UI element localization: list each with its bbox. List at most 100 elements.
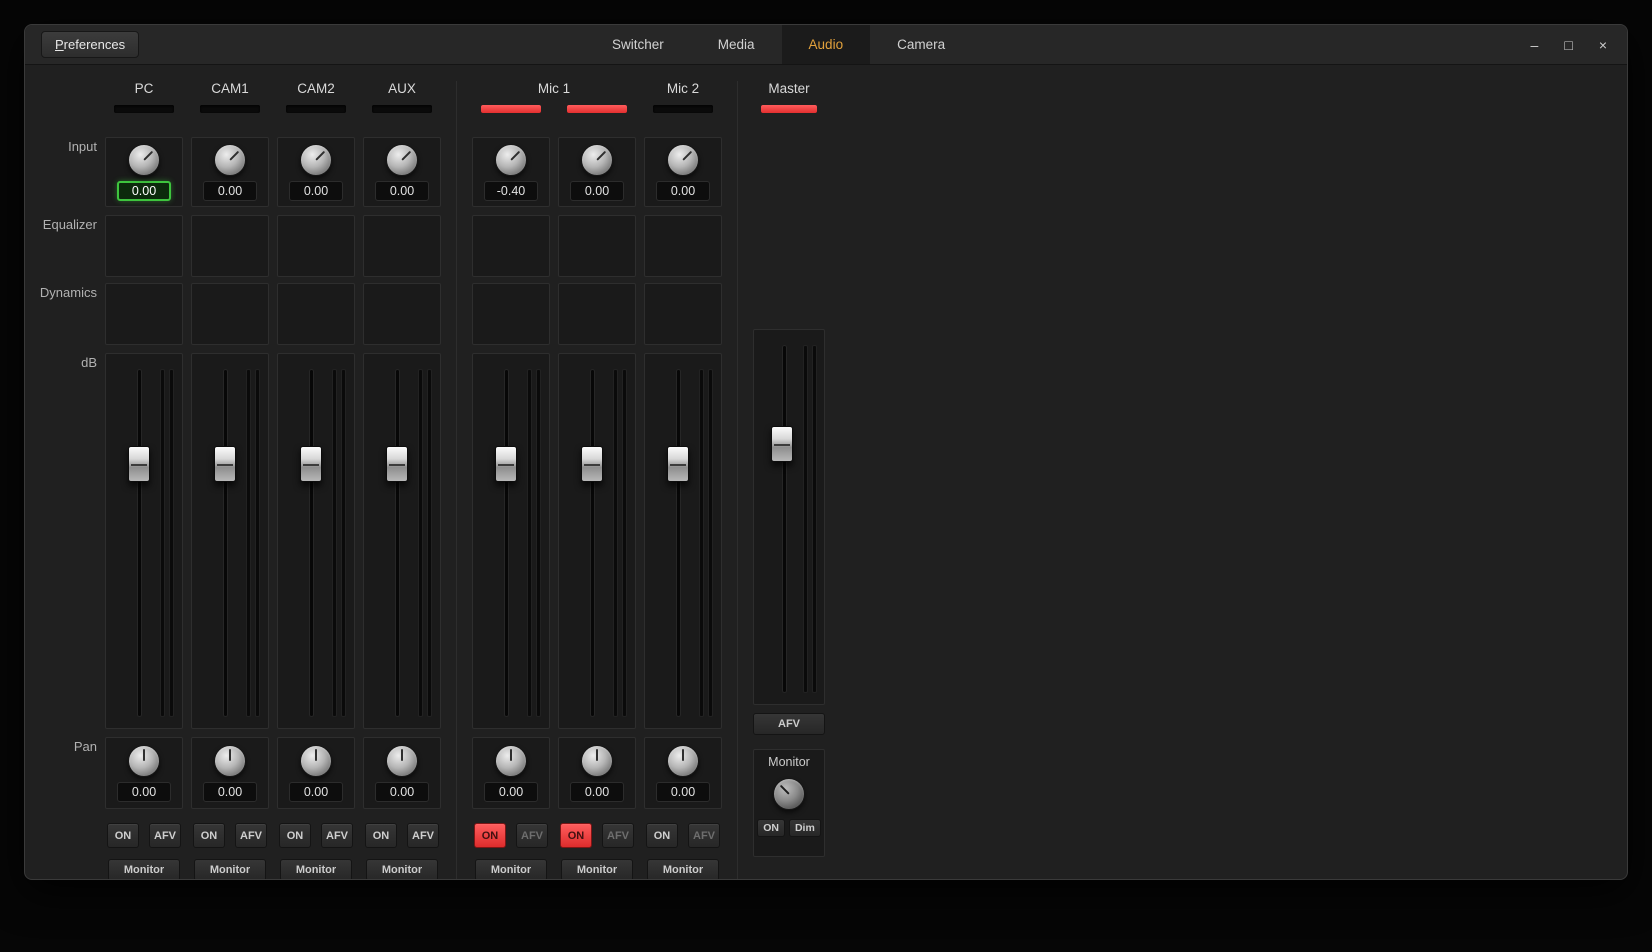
input-gain-knob[interactable]	[667, 144, 699, 176]
input-gain-knob[interactable]	[214, 144, 246, 176]
tab-audio[interactable]: Audio	[782, 25, 871, 64]
input-gain-knob[interactable]	[581, 144, 613, 176]
channel-level-meter	[567, 105, 627, 113]
pan-value[interactable]: 0.00	[484, 782, 538, 802]
input-gain-knob[interactable]	[495, 144, 527, 176]
fader-box	[644, 353, 722, 729]
dynamics-box[interactable]	[191, 283, 269, 345]
input-gain-value[interactable]: 0.00	[375, 181, 429, 201]
input-gain-knob[interactable]	[386, 144, 418, 176]
monitor-section-title: Monitor	[768, 755, 810, 771]
input-gain-box: -0.40	[472, 137, 550, 207]
pan-knob[interactable]	[495, 745, 527, 777]
channel-level-meter	[200, 105, 260, 113]
monitor-button[interactable]: Monitor	[194, 859, 266, 880]
on-button[interactable]: ON	[474, 823, 506, 848]
equalizer-box[interactable]	[472, 215, 550, 277]
dynamics-box[interactable]	[644, 283, 722, 345]
pan-knob[interactable]	[667, 745, 699, 777]
monitor-on-button[interactable]: ON	[757, 819, 785, 837]
equalizer-box[interactable]	[363, 215, 441, 277]
on-button[interactable]: ON	[560, 823, 592, 848]
equalizer-box[interactable]	[105, 215, 183, 277]
tab-camera[interactable]: Camera	[870, 25, 972, 64]
monitor-button[interactable]: Monitor	[366, 859, 438, 880]
fader-handle[interactable]	[667, 446, 689, 482]
monitor-volume-knob[interactable]	[773, 778, 805, 810]
afv-button[interactable]: AFV	[321, 823, 353, 848]
monitor-dim-button[interactable]: Dim	[789, 819, 821, 837]
fader-handle[interactable]	[214, 446, 236, 482]
pan-knob[interactable]	[128, 745, 160, 777]
fader-handle[interactable]	[386, 446, 408, 482]
input-gain-value[interactable]: -0.40	[484, 181, 538, 201]
input-gain-value[interactable]: 0.00	[570, 181, 624, 201]
tab-media[interactable]: Media	[691, 25, 782, 64]
pan-value[interactable]: 0.00	[656, 782, 710, 802]
dynamics-box[interactable]	[277, 283, 355, 345]
on-button[interactable]: ON	[646, 823, 678, 848]
input-gain-knob[interactable]	[128, 144, 160, 176]
dynamics-box[interactable]	[105, 283, 183, 345]
input-gain-value[interactable]: 0.00	[117, 181, 171, 201]
maximize-icon[interactable]: □	[1564, 38, 1572, 52]
channel-buttons: ON AFV	[105, 823, 183, 848]
channel-level-meter	[114, 105, 174, 113]
equalizer-box[interactable]	[644, 215, 722, 277]
tab-switcher[interactable]: Switcher	[585, 25, 691, 64]
afv-button[interactable]: AFV	[149, 823, 181, 848]
mic2-label: Mic 2	[644, 81, 722, 105]
fader-handle[interactable]	[300, 446, 322, 482]
on-button[interactable]: ON	[193, 823, 225, 848]
pan-knob[interactable]	[386, 745, 418, 777]
pan-knob[interactable]	[214, 745, 246, 777]
input-channel-group: PC 0.00 0.	[105, 81, 441, 880]
monitor-button[interactable]: Monitor	[647, 859, 719, 880]
equalizer-box[interactable]	[191, 215, 269, 277]
master-fader-handle[interactable]	[771, 426, 793, 462]
pan-knob[interactable]	[581, 745, 613, 777]
mic-group-headers: Mic 1 Mic 2	[472, 81, 722, 105]
on-button[interactable]: ON	[279, 823, 311, 848]
fader-handle[interactable]	[128, 446, 150, 482]
monitor-button[interactable]: Monitor	[280, 859, 352, 880]
afv-button[interactable]: AFV	[688, 823, 720, 848]
equalizer-box[interactable]	[277, 215, 355, 277]
monitor-button[interactable]: Monitor	[475, 859, 547, 880]
pan-value[interactable]: 0.00	[570, 782, 624, 802]
input-gain-knob[interactable]	[300, 144, 332, 176]
input-gain-box: 0.00	[558, 137, 636, 207]
preferences-button[interactable]: Preferences	[41, 31, 139, 58]
dynamics-box[interactable]	[363, 283, 441, 345]
pan-value[interactable]: 0.00	[117, 782, 171, 802]
pan-knob[interactable]	[300, 745, 332, 777]
input-gain-box: 0.00	[105, 137, 183, 207]
equalizer-box[interactable]	[558, 215, 636, 277]
fader-handle[interactable]	[581, 446, 603, 482]
minimize-icon[interactable]: –	[1531, 38, 1539, 52]
row-labels: Input Equalizer Dynamics dB Pan	[39, 81, 105, 880]
pan-value[interactable]: 0.00	[203, 782, 257, 802]
afv-button[interactable]: AFV	[235, 823, 267, 848]
afv-button[interactable]: AFV	[602, 823, 634, 848]
input-gain-value[interactable]: 0.00	[289, 181, 343, 201]
pan-value[interactable]: 0.00	[289, 782, 343, 802]
mic-strip-3: 0.00 0.00 ON	[644, 105, 722, 880]
pan-value[interactable]: 0.00	[375, 782, 429, 802]
afv-button[interactable]: AFV	[516, 823, 548, 848]
input-gain-value[interactable]: 0.00	[656, 181, 710, 201]
on-button[interactable]: ON	[107, 823, 139, 848]
close-icon[interactable]: ×	[1599, 38, 1607, 52]
fader-handle[interactable]	[495, 446, 517, 482]
level-meter-fill	[200, 105, 260, 113]
afv-button[interactable]: AFV	[407, 823, 439, 848]
channel-name: PC	[105, 81, 183, 99]
input-gain-value[interactable]: 0.00	[203, 181, 257, 201]
dynamics-box[interactable]	[558, 283, 636, 345]
master-afv-button[interactable]: AFV	[753, 713, 825, 735]
pan-box: 0.00	[472, 737, 550, 809]
on-button[interactable]: ON	[365, 823, 397, 848]
dynamics-box[interactable]	[472, 283, 550, 345]
monitor-button[interactable]: Monitor	[561, 859, 633, 880]
monitor-button[interactable]: Monitor	[108, 859, 180, 880]
